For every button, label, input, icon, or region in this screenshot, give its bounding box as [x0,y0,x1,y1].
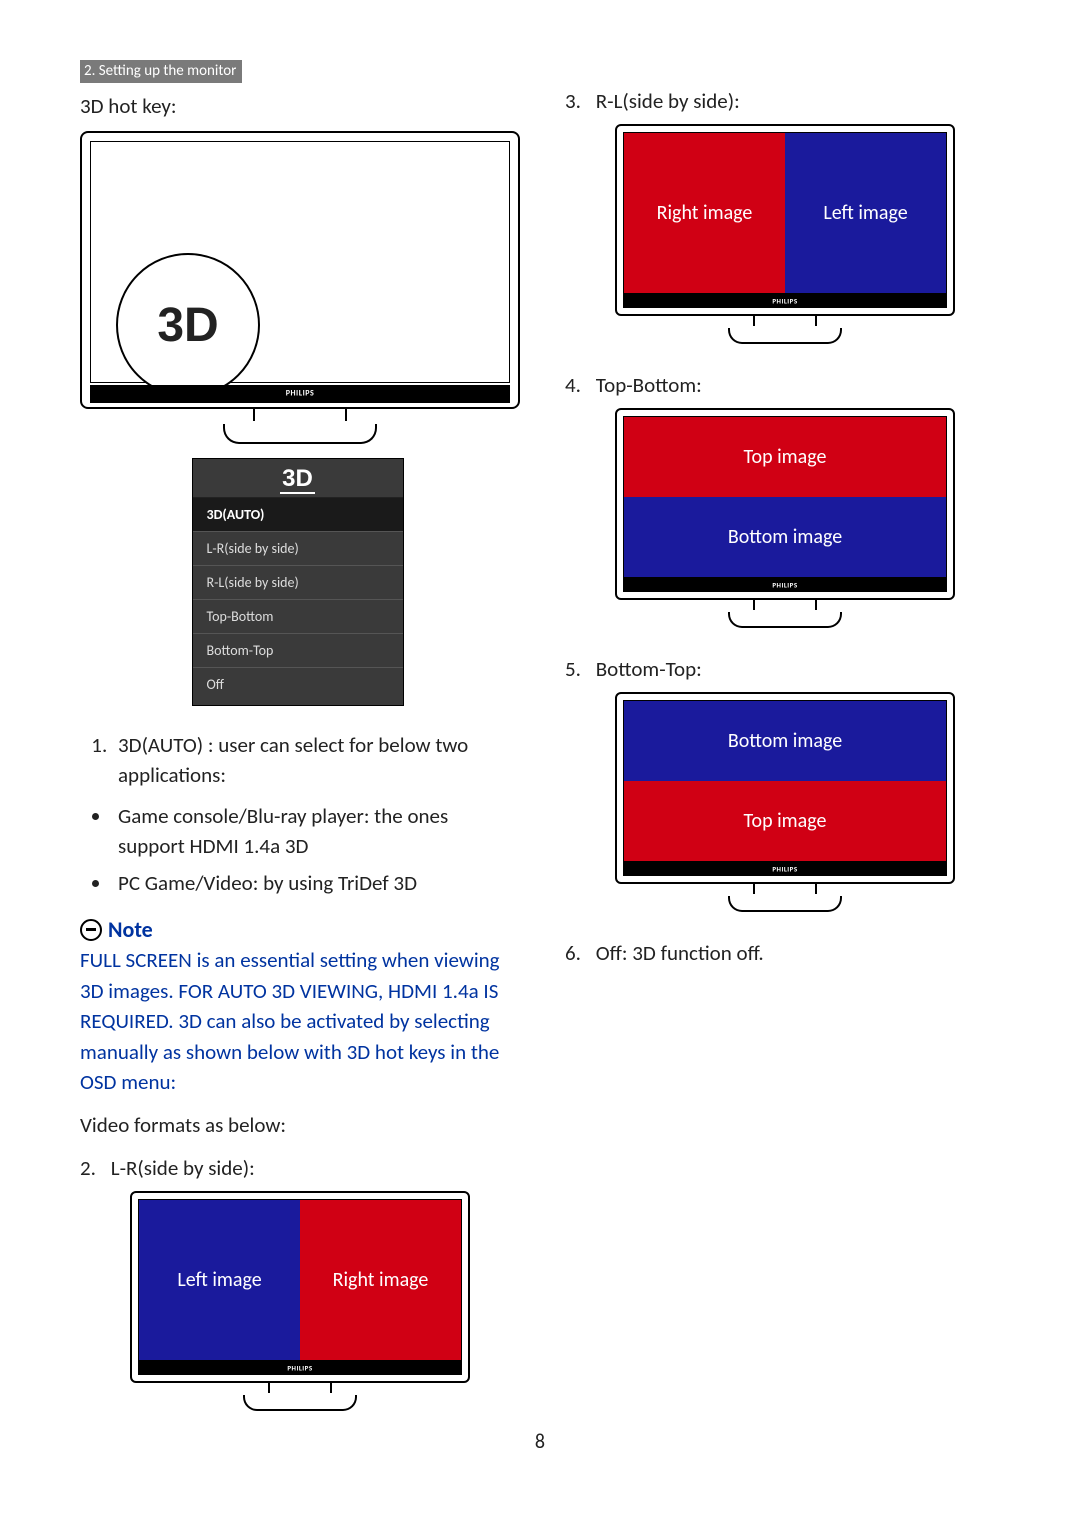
left-column: 2. Setting up the monitor 3D hot key: 3D… [80,55,515,1439]
header-tag: 2. Setting up the monitor [80,60,242,83]
left-image-cell: Left image [785,133,946,293]
osd-menu-title: 3D [193,459,403,498]
section-title-3d-hot-key: 3D hot key: [80,93,515,119]
right-image-cell: Right image [300,1200,461,1360]
video-formats-intro: Video formats as below: [80,1111,515,1140]
top-image-cell: Top image [624,781,946,861]
monitor-brand-label [90,385,510,403]
bottom-image-cell: Bottom image [624,497,946,577]
monitor-brand-label [138,1361,462,1375]
osd-item-topbottom[interactable]: Top-Bottom [193,600,403,634]
left-image-cell: Left image [139,1200,300,1360]
list-item: 3D(AUTO) : user can select for below two… [112,730,515,791]
item-4-line: 4. Top-Bottom: [565,372,1000,398]
monitor-brand-label [623,294,947,308]
osd-item-off[interactable]: Off [193,668,403,701]
page-number: 8 [535,1430,545,1454]
monitor-brand-label [623,578,947,592]
osd-item-lr[interactable]: L-R(side by side) [193,532,403,566]
right-column: 3. R-L(side by side): Right image Left i… [565,55,1000,1439]
top-image-cell: Top image [624,417,946,497]
note-icon [80,919,102,941]
list-item: PC Game/Video: by using TriDef 3D [112,868,515,898]
note-label: Note [108,916,153,943]
rl-side-by-side-diagram: Right image Left image [615,124,955,344]
osd-item-rl[interactable]: R-L(side by side) [193,566,403,600]
list-item: Game console/Blu-ray player: the ones su… [112,801,515,862]
monitor-brand-label [623,862,947,876]
right-image-cell: Right image [624,133,785,293]
note-body: FULL SCREEN is an essential setting when… [80,945,515,1097]
numbered-list-1: 3D(AUTO) : user can select for below two… [80,730,515,791]
note-heading: Note [80,916,515,943]
3d-badge: 3D [116,253,260,397]
osd-item-bottomtop[interactable]: Bottom-Top [193,634,403,668]
item-3-line: 3. R-L(side by side): [565,88,1000,114]
item-5-line: 5. Bottom-Top: [565,656,1000,682]
osd-item-3dauto[interactable]: 3D(AUTO) [193,498,403,532]
lr-side-by-side-diagram: Left image Right image [130,1191,470,1411]
monitor-3d-illustration: 3D [80,131,520,444]
top-bottom-diagram: Top image Bottom image [615,408,955,628]
osd-3d-menu: 3D 3D(AUTO) L-R(side by side) R-L(side b… [192,458,404,706]
bottom-top-diagram: Bottom image Top image [615,692,955,912]
bullet-list: Game console/Blu-ray player: the ones su… [80,801,515,898]
item-2-line: 2. L-R(side by side): [80,1155,515,1181]
bottom-image-cell: Bottom image [624,701,946,781]
item-6-line: 6. Off: 3D function off. [565,940,1000,966]
